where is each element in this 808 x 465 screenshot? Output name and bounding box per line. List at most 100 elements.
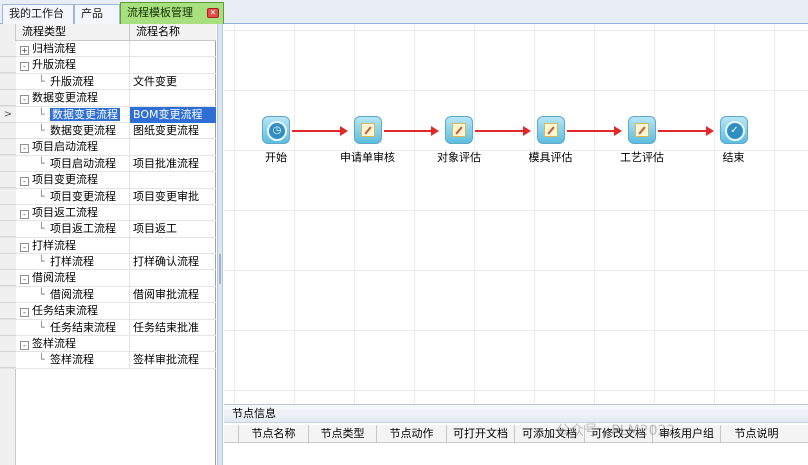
workflow-node[interactable]: 模具评估 — [529, 116, 573, 165]
table-row[interactable]: └ 借阅流程 借阅审批流程 — [0, 286, 216, 304]
node-info-column-header[interactable]: 节点名称 — [238, 425, 308, 443]
node-info-column-header[interactable]: 节点说明 — [720, 425, 792, 443]
expand-icon[interactable]: + — [20, 46, 29, 55]
workflow-node[interactable]: ◷ 开始 — [256, 116, 296, 165]
collapse-icon[interactable]: - — [20, 242, 29, 252]
edit-icon — [635, 123, 649, 137]
collapse-icon[interactable]: - — [20, 62, 29, 72]
tree-branch-icon: └ — [38, 107, 45, 121]
cell-name — [130, 336, 216, 352]
tree-group-row[interactable]: - 项目启动流程 — [0, 139, 216, 156]
cell-type-text: 项目返工流程 — [32, 205, 98, 219]
cell-name: 项目返工 — [133, 222, 177, 236]
cell-type: + 归档流程 — [16, 41, 130, 57]
tree-group-row[interactable]: - 数据变更流程 — [0, 90, 216, 107]
column-header-name[interactable]: 流程名称 — [130, 24, 216, 41]
collapse-icon[interactable]: - — [20, 341, 29, 351]
close-icon[interactable]: ✕ — [207, 8, 219, 18]
tree-group-row[interactable]: - 借阅流程 — [0, 270, 216, 287]
splitter-grip[interactable] — [219, 254, 221, 284]
cell-type-text: 打样流程 — [50, 255, 94, 269]
tab-workflow-template-management[interactable]: 流程模板管理 ✕ — [120, 2, 224, 24]
tab-bar: 我的工作台 产品库 流程模板管理 ✕ — [0, 0, 808, 38]
row-marker — [0, 172, 16, 189]
grid-header: 流程类型 流程名称 — [16, 24, 216, 41]
workflow-node-label: 工艺评估 — [620, 151, 664, 164]
workflow-node[interactable]: 工艺评估 — [620, 116, 664, 165]
workflow-node[interactable]: ✓ 结束 — [714, 116, 754, 165]
cell-type: - 任务结束流程 — [16, 303, 130, 320]
cell-name — [130, 205, 216, 221]
workflow-connector-arrow[interactable] — [383, 126, 439, 136]
table-row[interactable]: └ 项目启动流程 项目批准流程 — [0, 155, 216, 173]
cell-name: 文件变更 — [133, 74, 177, 88]
tree-group-row[interactable]: - 升版流程 — [0, 57, 216, 74]
task-edit-icon — [445, 116, 473, 144]
collapse-icon[interactable]: - — [20, 209, 29, 219]
tree-group-row[interactable]: - 打样流程 — [0, 237, 216, 255]
collapse-icon[interactable]: - — [20, 275, 29, 285]
edit-icon — [452, 123, 466, 137]
cell-type-text: 数据变更流程 — [50, 123, 116, 137]
collapse-icon[interactable]: - — [20, 177, 29, 187]
table-row[interactable]: └ 数据变更流程 图纸变更流程 — [0, 122, 216, 140]
row-marker — [0, 204, 16, 221]
cell-name — [130, 90, 216, 106]
tree-group-row[interactable]: - 项目返工流程 — [0, 204, 216, 222]
watermark: 公众号 · PLM2022 — [556, 423, 676, 439]
table-row[interactable]: └ 签样流程 签样审批流程 — [0, 352, 216, 369]
tab-product-library[interactable]: 产品库 — [74, 4, 120, 38]
cell-type-text: 数据变更流程 — [50, 107, 120, 121]
tree-group-row[interactable]: + 归档流程 — [0, 41, 216, 58]
cell-type: └ 数据变更流程 — [16, 122, 130, 139]
pane-splitter[interactable] — [217, 24, 223, 465]
node-info-column-header[interactable]: 可打开文档 — [446, 425, 514, 443]
check-icon: ✓ — [724, 121, 745, 141]
table-row[interactable]: > └ 数据变更流程 BOM变更流程 — [0, 106, 216, 123]
cell-type: └ 项目启动流程 — [16, 155, 130, 172]
cell-type-text: 项目返工流程 — [50, 222, 116, 236]
row-marker — [0, 254, 16, 271]
column-header-type[interactable]: 流程类型 — [16, 24, 130, 41]
row-marker — [0, 90, 16, 107]
tree-group-row[interactable]: - 签样流程 — [0, 336, 216, 353]
node-info-column-header[interactable]: 节点类型 — [308, 425, 376, 443]
cell-name: 图纸变更流程 — [133, 123, 199, 137]
tree-branch-icon: └ — [38, 255, 45, 269]
workflow-connector-arrow[interactable] — [475, 126, 530, 136]
cell-type: - 签样流程 — [16, 336, 130, 353]
table-row[interactable]: └ 打样流程 打样确认流程 — [0, 254, 216, 271]
tree-group-row[interactable]: - 任务结束流程 — [0, 303, 216, 320]
workflow-node[interactable]: 对象评估 — [437, 116, 481, 165]
cell-type: - 升版流程 — [16, 57, 130, 74]
tab-label: 我的工作台 — [9, 7, 64, 20]
tree-group-row[interactable]: - 项目变更流程 — [0, 172, 216, 189]
workflow-connector-arrow[interactable] — [292, 126, 347, 136]
tree-branch-icon: └ — [38, 353, 45, 367]
workflow-node-label: 开始 — [265, 151, 287, 164]
cell-type-text: 项目启动流程 — [50, 156, 116, 170]
tab-my-workbench[interactable]: 我的工作台 — [2, 4, 74, 24]
cell-type-text: 数据变更流程 — [32, 91, 98, 105]
table-row[interactable]: └ 项目返工流程 项目返工 — [0, 221, 216, 238]
cell-name: 打样确认流程 — [133, 255, 199, 269]
workflow-designer-canvas[interactable]: ◷ 开始 申请单审核 对象评估 模具评估 工艺评估 ✓ 结束 — [224, 24, 808, 404]
workflow-node[interactable]: 申请单审核 — [340, 116, 395, 165]
cell-type-text: 借阅流程 — [32, 271, 76, 285]
cell-type: - 项目启动流程 — [16, 139, 130, 156]
end-check-icon: ✓ — [719, 116, 748, 144]
cell-name — [130, 139, 216, 155]
cell-type-text: 签样流程 — [50, 353, 94, 367]
node-info-column-header[interactable]: 节点动作 — [376, 425, 446, 443]
collapse-icon[interactable]: - — [20, 144, 29, 154]
collapse-icon[interactable]: - — [20, 308, 29, 318]
table-row[interactable]: └ 任务结束流程 任务结束批准 — [0, 319, 216, 337]
workflow-connector-arrow[interactable] — [566, 126, 622, 136]
cell-type: - 项目变更流程 — [16, 172, 130, 189]
table-row[interactable]: └ 升版流程 文件变更 — [0, 73, 216, 91]
cell-name: 任务结束批准 — [133, 320, 199, 334]
workflow-connector-arrow[interactable] — [658, 126, 713, 136]
row-marker — [0, 336, 16, 353]
collapse-icon[interactable]: - — [20, 95, 29, 105]
table-row[interactable]: └ 项目变更流程 项目变更审批 — [0, 188, 216, 205]
